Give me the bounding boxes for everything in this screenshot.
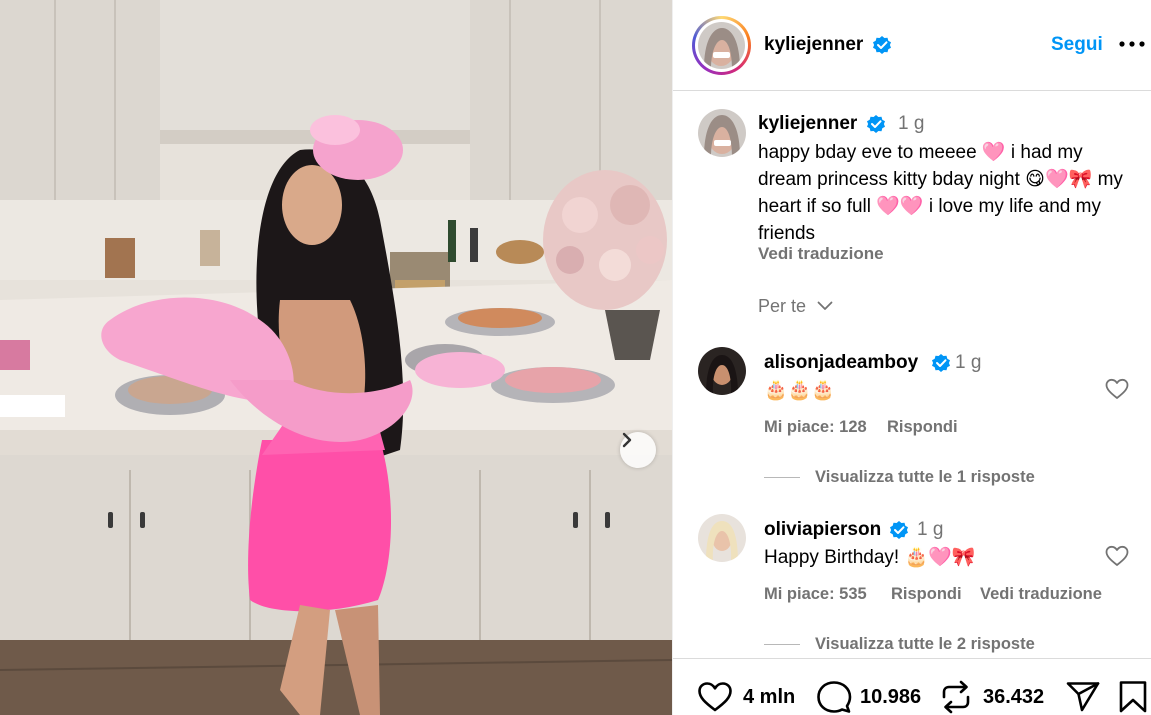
heart-icon[interactable] [1105, 545, 1129, 567]
comments-count[interactable]: 10.986 [860, 686, 921, 709]
post-photo[interactable] [0, 0, 672, 715]
author-username[interactable]: kyliejenner [764, 34, 863, 56]
comment-username[interactable]: alisonjadeamboy [764, 352, 918, 374]
reposts-count[interactable]: 36.432 [983, 686, 1044, 709]
post-side-panel: kyliejenner Segui kyliejenner 1 g happy … [672, 0, 1151, 715]
more-options-icon[interactable] [1119, 38, 1145, 50]
caption-text: happy bday eve to meeee 🩷 i had my dream… [758, 142, 1123, 244]
comment-timestamp: 1 g [917, 519, 944, 540]
author-avatar-story[interactable] [692, 16, 751, 75]
avatar [698, 22, 745, 69]
verified-badge-icon [873, 36, 891, 54]
follow-button[interactable]: Segui [1051, 34, 1103, 56]
see-translation-link[interactable]: Vedi traduzione [758, 244, 884, 264]
see-translation-link[interactable]: Vedi traduzione [980, 585, 1102, 604]
replies-divider [764, 477, 800, 478]
comment-icon[interactable] [816, 680, 852, 714]
caption-timestamp: 1 g [898, 113, 925, 134]
verified-badge-icon [867, 115, 885, 133]
reply-button[interactable]: Rispondi [891, 585, 962, 604]
comment-username[interactable]: oliviapierson [764, 519, 881, 541]
caption-username[interactable]: kyliejenner [758, 113, 857, 135]
chevron-down-icon [817, 301, 833, 310]
for-you-label: Per te [758, 296, 807, 316]
repost-icon[interactable] [939, 680, 973, 714]
comment-likes[interactable]: Mi piace: 535 [764, 585, 867, 604]
heart-icon[interactable] [1105, 378, 1129, 400]
reply-button[interactable]: Rispondi [887, 418, 958, 437]
verified-badge-icon [932, 354, 950, 372]
post-header: kyliejenner Segui [673, 0, 1151, 91]
next-photo-button[interactable] [620, 432, 656, 468]
share-icon[interactable] [1065, 681, 1101, 713]
photo-image [0, 0, 672, 715]
caption-avatar[interactable] [698, 109, 746, 157]
likes-count[interactable]: 4 mln [743, 686, 795, 709]
comment-text: Happy Birthday! 🎂🩷🎀 [764, 547, 976, 568]
replies-divider [764, 644, 800, 645]
comment-likes[interactable]: Mi piace: 128 [764, 418, 867, 437]
for-you-filter[interactable]: Per te [758, 296, 833, 317]
comment-timestamp: 1 g [955, 352, 982, 373]
view-replies-link[interactable]: Visualizza tutte le 1 risposte [815, 468, 1035, 487]
view-replies-link[interactable]: Visualizza tutte le 2 risposte [815, 635, 1035, 654]
commenter-avatar[interactable] [698, 347, 746, 395]
chevron-right-icon [622, 432, 632, 448]
heart-icon[interactable] [697, 681, 733, 713]
bookmark-icon[interactable] [1118, 680, 1148, 714]
verified-badge-icon [890, 521, 908, 539]
comment-text: 🎂🎂🎂 [764, 380, 835, 401]
commenter-avatar[interactable] [698, 514, 746, 562]
